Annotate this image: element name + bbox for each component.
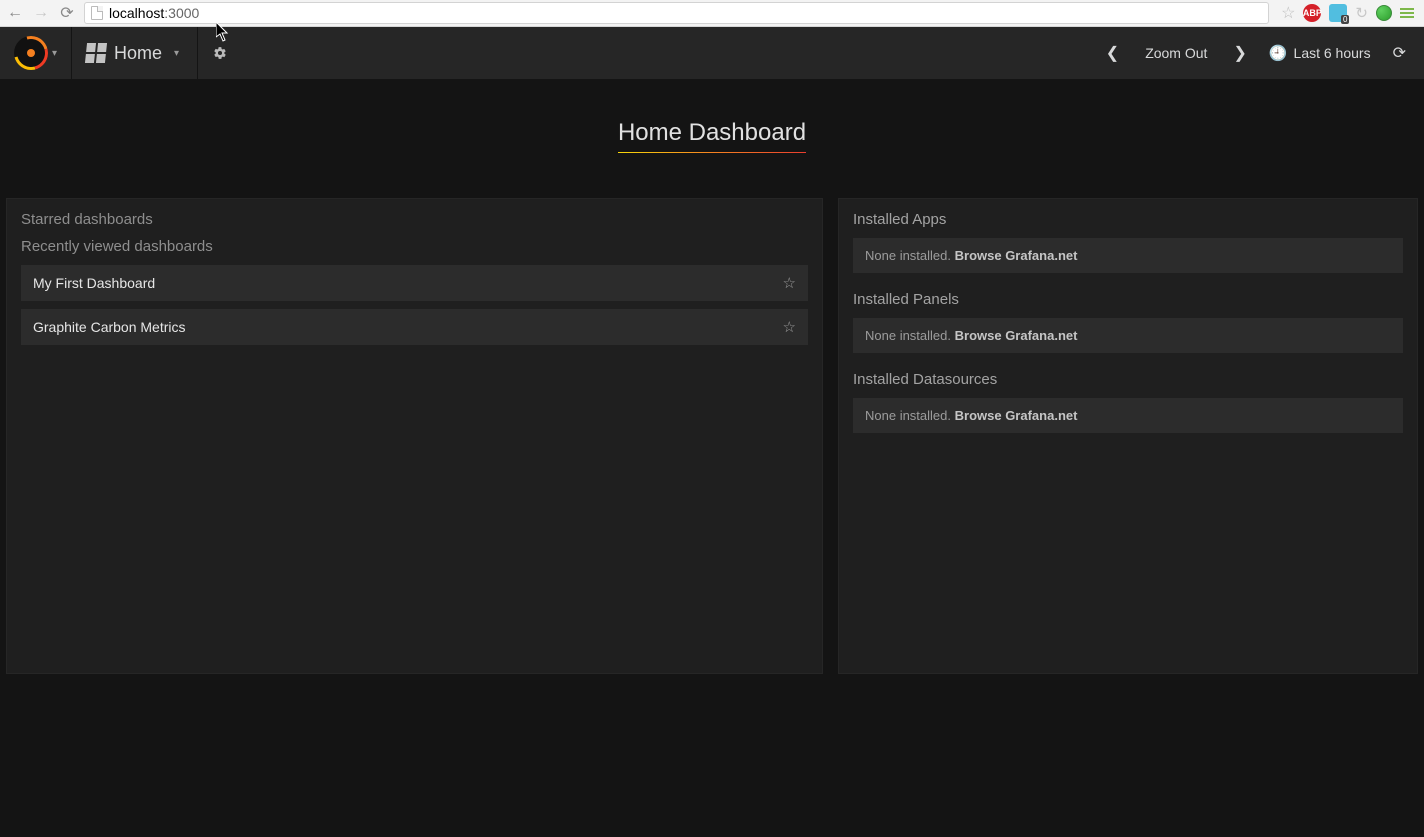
dashboards-panel: Starred dashboards Recently viewed dashb…: [6, 198, 823, 674]
ghostery-extension-icon[interactable]: [1329, 4, 1347, 22]
dashboard-picker-label: Home: [114, 43, 162, 64]
browse-grafana-net-link[interactable]: Browse Grafana.net: [955, 408, 1078, 423]
navbar-right: ❮ Zoom Out ❯ 🕘 Last 6 hours ⟳: [1098, 27, 1424, 79]
dashboard-list-item[interactable]: Graphite Carbon Metrics ☆: [21, 309, 808, 345]
time-range-next-button[interactable]: ❯: [1225, 27, 1254, 79]
browser-forward-button[interactable]: →: [32, 4, 50, 22]
installed-panels-heading: Installed Panels: [853, 291, 1403, 308]
page-title-wrap: Home Dashboard: [0, 119, 1424, 154]
browser-menu-icon[interactable]: [1400, 8, 1414, 18]
settings-button[interactable]: [198, 27, 242, 79]
star-icon[interactable]: ☆: [783, 318, 796, 336]
recent-dashboards-list: My First Dashboard ☆ Graphite Carbon Met…: [21, 265, 808, 345]
dashboard-name: My First Dashboard: [33, 275, 155, 291]
installed-datasources-heading: Installed Datasources: [853, 371, 1403, 388]
gear-icon: [213, 46, 227, 60]
refresh-icon: ⟳: [1393, 43, 1406, 63]
browse-grafana-net-link[interactable]: Browse Grafana.net: [955, 248, 1078, 263]
browser-extensions: ☆ ABP ↻: [1277, 3, 1418, 23]
dashboard-list-item[interactable]: My First Dashboard ☆: [21, 265, 808, 301]
browser-reload-button[interactable]: ⟳: [58, 3, 76, 23]
installed-apps-heading: Installed Apps: [853, 211, 1403, 228]
browse-grafana-net-link[interactable]: Browse Grafana.net: [955, 328, 1078, 343]
chevron-left-icon: ❮: [1106, 43, 1119, 63]
bookmark-star-icon[interactable]: ☆: [1281, 3, 1295, 23]
zoom-out-button[interactable]: Zoom Out: [1131, 27, 1221, 79]
plugins-panel: Installed Apps None installed. Browse Gr…: [838, 198, 1418, 674]
time-range-picker[interactable]: 🕘 Last 6 hours: [1259, 27, 1381, 79]
grafana-logo-menu[interactable]: ▾: [0, 27, 72, 79]
dashboard-name: Graphite Carbon Metrics: [33, 319, 186, 335]
star-icon[interactable]: ☆: [783, 274, 796, 292]
installed-panels-empty: None installed. Browse Grafana.net: [853, 318, 1403, 353]
dashboard-picker[interactable]: Home ▾: [72, 27, 198, 79]
browser-url-bar[interactable]: localhost:3000: [84, 2, 1269, 24]
grafana-logo-icon: [14, 36, 48, 70]
globe-extension-icon[interactable]: [1376, 5, 1392, 21]
app-navbar: ▾ Home ▾ ❮ Zoom Out ❯ 🕘 Last 6 hours ⟳: [0, 27, 1424, 79]
browser-url-text: localhost:3000: [109, 5, 199, 21]
refresh-button[interactable]: ⟳: [1385, 27, 1414, 79]
clock-icon: 🕘: [1269, 44, 1288, 62]
installed-apps-empty: None installed. Browse Grafana.net: [853, 238, 1403, 273]
chevron-right-icon: ❯: [1233, 43, 1246, 63]
dashboard-grid-icon: [85, 43, 107, 63]
browser-toolbar: ← → ⟳ localhost:3000 ☆ ABP ↻: [0, 0, 1424, 27]
extension-icon[interactable]: ↻: [1355, 4, 1368, 22]
page-icon: [91, 6, 103, 20]
page-title: Home Dashboard: [618, 119, 806, 154]
recent-dashboards-heading: Recently viewed dashboards: [21, 238, 808, 255]
browser-back-button[interactable]: ←: [6, 4, 24, 22]
time-range-prev-button[interactable]: ❮: [1098, 27, 1127, 79]
starred-dashboards-heading: Starred dashboards: [21, 211, 808, 228]
caret-down-icon: ▾: [174, 48, 179, 59]
home-panels: Starred dashboards Recently viewed dashb…: [0, 154, 1424, 674]
caret-down-icon: ▾: [52, 48, 57, 59]
installed-datasources-empty: None installed. Browse Grafana.net: [853, 398, 1403, 433]
abp-extension-icon[interactable]: ABP: [1303, 4, 1321, 22]
